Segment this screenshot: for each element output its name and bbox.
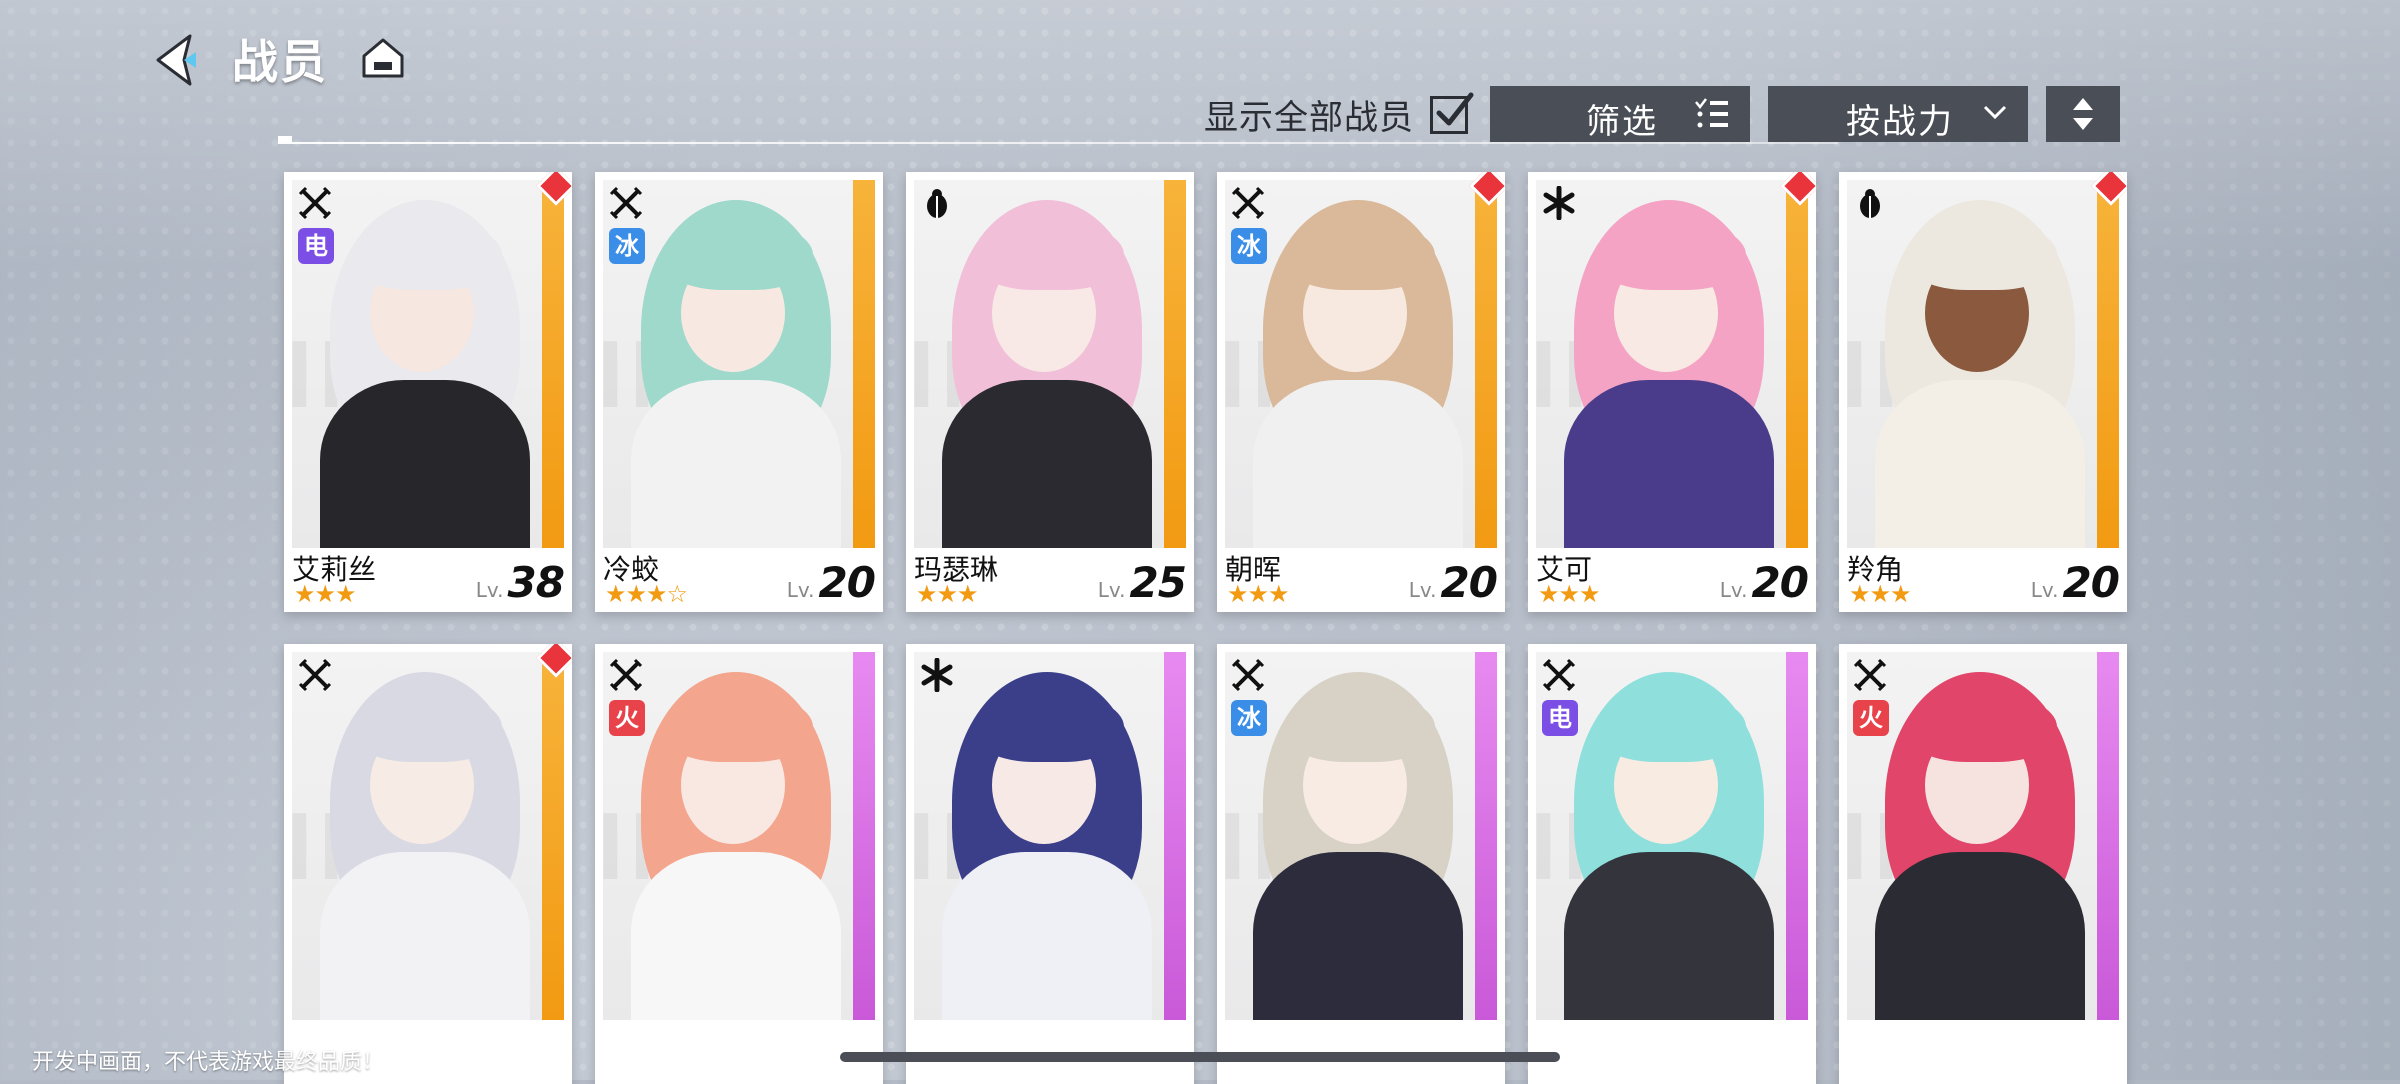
show-all-label: 显示全部战员 (1204, 98, 1414, 138)
rarity-strip (1164, 180, 1186, 548)
rarity-strip (1164, 652, 1186, 1020)
character-card[interactable]: IN冰朝晖★★★Lv.20 (1217, 172, 1505, 612)
star-rating: ★★★ (1227, 580, 1290, 608)
character-card[interactable]: IN羚角★★★Lv.20 (1839, 172, 2127, 612)
back-button[interactable] (148, 30, 208, 90)
sort-order-icon (2073, 98, 2093, 130)
rarity-strip (853, 652, 875, 1020)
level-value: 20 (1751, 558, 1809, 607)
home-indicator-bar[interactable] (840, 1052, 1560, 1062)
element-badge: 火 (1853, 700, 1889, 736)
home-icon (362, 38, 404, 78)
level-display: Lv. 20 (2030, 558, 2120, 607)
level-prefix: Lv. (2030, 578, 2059, 602)
element-badge: 冰 (1231, 228, 1267, 264)
rarity-strip (1475, 180, 1497, 548)
level-display: Lv. 20 (1719, 558, 1809, 607)
level-value: 38 (507, 558, 565, 607)
rarity-strip (2097, 180, 2119, 548)
crossed-swords-icon (1231, 186, 1265, 220)
crossed-swords-icon (1231, 658, 1265, 692)
crossed-swords-icon (298, 186, 332, 220)
crossed-swords-icon (1542, 658, 1576, 692)
character-card[interactable]: IN冰冷蛟★★★☆Lv.20 (595, 172, 883, 612)
back-arrow-icon (156, 34, 196, 86)
character-card[interactable]: IN火 (1839, 644, 2127, 1084)
show-all-checkbox[interactable] (1430, 92, 1474, 134)
rarity-strip (1786, 180, 1808, 548)
level-display: Lv. 38 (475, 558, 565, 607)
asterisk-icon (1542, 185, 1576, 221)
element-badge: 冰 (609, 228, 645, 264)
filter-button[interactable]: 筛选 (1490, 86, 1750, 142)
star-rating: ★★★ (1538, 580, 1601, 608)
level-prefix: Lv. (1719, 578, 1748, 602)
character-card[interactable]: IN艾可★★★Lv.20 (1528, 172, 1816, 612)
asterisk-icon (920, 657, 954, 693)
chevron-down-icon (1983, 105, 2007, 120)
level-value: 20 (818, 558, 876, 607)
level-prefix: Lv. (475, 578, 504, 602)
star-rating: ★★★☆ (605, 580, 688, 608)
star-rating: ★★★ (294, 580, 357, 608)
element-badge: 冰 (1231, 700, 1267, 736)
character-card[interactable]: IN火 (595, 644, 883, 1084)
sort-label: 按战力 (1846, 102, 1954, 142)
character-portrait: IN (292, 652, 550, 1020)
filter-label: 筛选 (1586, 102, 1658, 142)
star-rating: ★★★ (1849, 580, 1912, 608)
level-prefix: Lv. (786, 578, 815, 602)
element-badge: 火 (609, 700, 645, 736)
level-display: Lv. 20 (786, 558, 876, 607)
rarity-strip (853, 180, 875, 548)
sort-order-button[interactable] (2046, 86, 2120, 142)
character-portrait: IN (1847, 180, 2105, 548)
rarity-strip (1475, 652, 1497, 1020)
rarity-strip (2097, 652, 2119, 1020)
show-all-toggle[interactable]: 显示全部战员 (1204, 90, 1474, 139)
character-card[interactable]: IN (906, 644, 1194, 1084)
page-title: 战员 (232, 35, 328, 89)
element-badge: 电 (1542, 700, 1578, 736)
level-value: 25 (1129, 558, 1187, 607)
checkmark-icon (1436, 92, 1474, 125)
character-card[interactable]: IN电艾莉丝★★★Lv.38 (284, 172, 572, 612)
element-badge: 电 (298, 228, 334, 264)
beetle-icon (920, 186, 954, 220)
character-card[interactable]: IN玛瑟琳★★★Lv.25 (906, 172, 1194, 612)
level-value: 20 (2062, 558, 2120, 607)
crossed-swords-icon (298, 658, 332, 692)
rarity-strip (542, 652, 564, 1020)
star-rating: ★★★ (916, 580, 979, 608)
character-card[interactable]: IN电 (1528, 644, 1816, 1084)
rarity-strip (1786, 652, 1808, 1020)
level-value: 20 (1440, 558, 1498, 607)
character-portrait: IN (914, 180, 1172, 548)
home-button[interactable] (358, 32, 408, 82)
rarity-strip (542, 180, 564, 548)
sort-button[interactable]: 按战力 (1768, 86, 2028, 142)
character-card[interactable]: IN冰 (1217, 644, 1505, 1084)
beetle-icon (1853, 186, 1887, 220)
crossed-swords-icon (1853, 658, 1887, 692)
level-prefix: Lv. (1408, 578, 1437, 602)
filter-list-icon (1695, 98, 1728, 128)
crossed-swords-icon (609, 658, 643, 692)
character-portrait: IN (914, 652, 1172, 1020)
character-portrait: IN (1536, 180, 1794, 548)
level-prefix: Lv. (1097, 578, 1126, 602)
character-card[interactable]: IN (284, 644, 572, 1084)
crossed-swords-icon (609, 186, 643, 220)
level-display: Lv. 25 (1097, 558, 1187, 607)
dev-disclaimer: 开发中画面，不代表游戏最终品质！ (32, 1050, 385, 1075)
level-display: Lv. 20 (1408, 558, 1498, 607)
